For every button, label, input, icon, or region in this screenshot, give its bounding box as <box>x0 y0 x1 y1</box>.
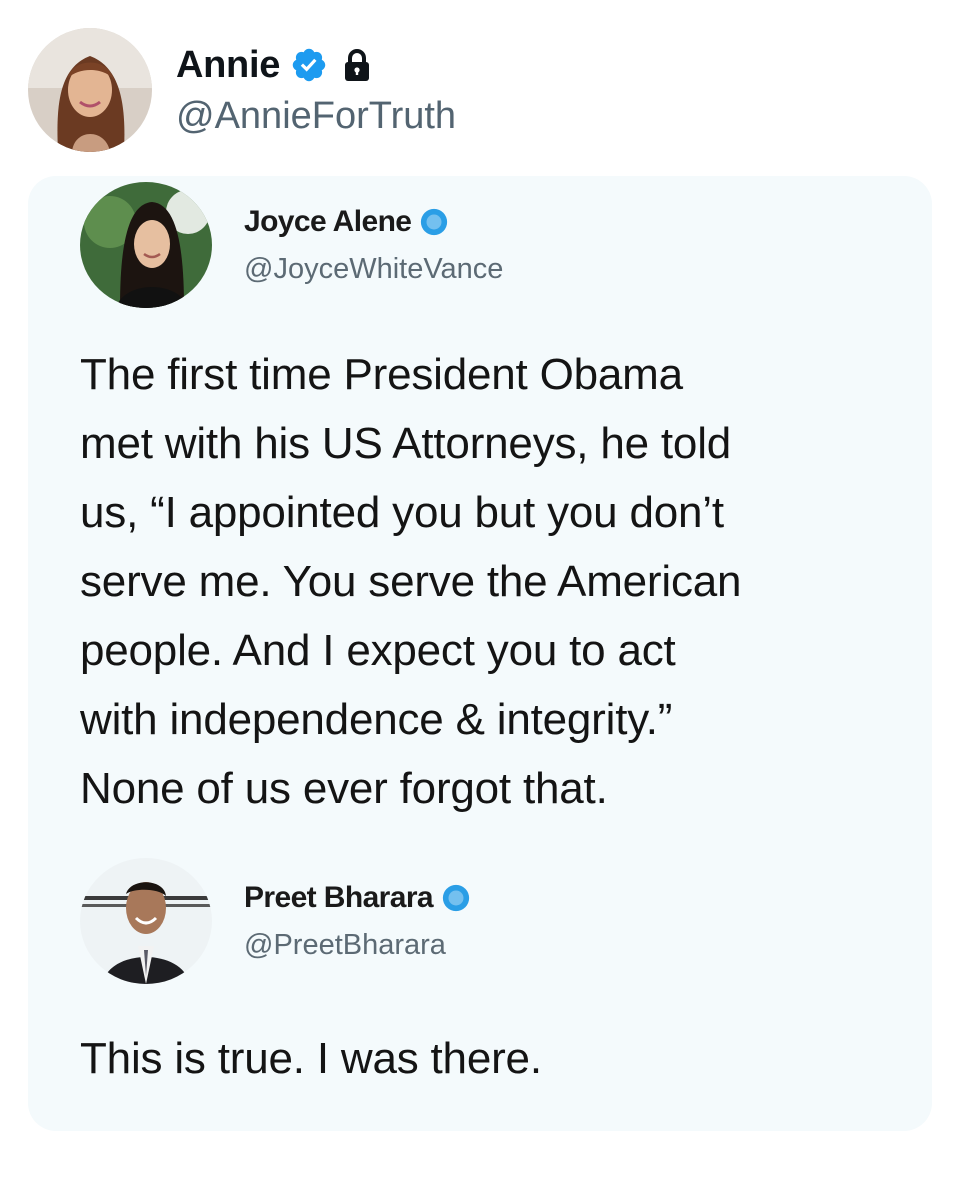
author-name[interactable]: Annie <box>176 44 280 87</box>
quoted-author-handle: @JoyceWhiteVance <box>244 252 504 285</box>
reply-author-avatar <box>80 858 212 984</box>
author-name-row: Annie <box>176 41 456 89</box>
reply-author-handle: @PreetBharara <box>244 928 446 961</box>
quoted-author-name: Joyce Alene <box>244 204 412 238</box>
reply-author-name: Preet Bharara <box>244 880 434 914</box>
verified-badge-icon <box>441 883 471 913</box>
quoted-author-info: Joyce Alene @JoyceWhiteVance <box>244 205 503 286</box>
quoted-author-avatar <box>80 182 212 308</box>
author-avatar[interactable] <box>28 27 152 152</box>
quoted-tweet-header: Joyce Alene @JoyceWhiteVance <box>80 182 503 308</box>
lock-icon <box>342 48 372 82</box>
author-handle[interactable]: @AnnieForTruth <box>176 95 456 138</box>
post-header: Annie @AnnieForTruth <box>28 27 456 152</box>
reply-author-info: Preet Bharara @PreetBharara <box>244 881 471 962</box>
verified-badge-icon <box>290 46 328 84</box>
quoted-tweet-text: The first time President Obama met with … <box>80 350 742 813</box>
reply-tweet-header: Preet Bharara @PreetBharara <box>80 858 471 984</box>
embedded-tweet-image[interactable]: Joyce Alene @JoyceWhiteVance The first t… <box>28 176 932 1131</box>
quoted-name-row: Joyce Alene <box>244 205 503 239</box>
author-info: Annie @AnnieForTruth <box>176 41 456 138</box>
reply-tweet-text: This is true. I was there. <box>80 1034 542 1083</box>
verified-badge-icon <box>419 207 449 237</box>
reply-name-row: Preet Bharara <box>244 881 471 915</box>
